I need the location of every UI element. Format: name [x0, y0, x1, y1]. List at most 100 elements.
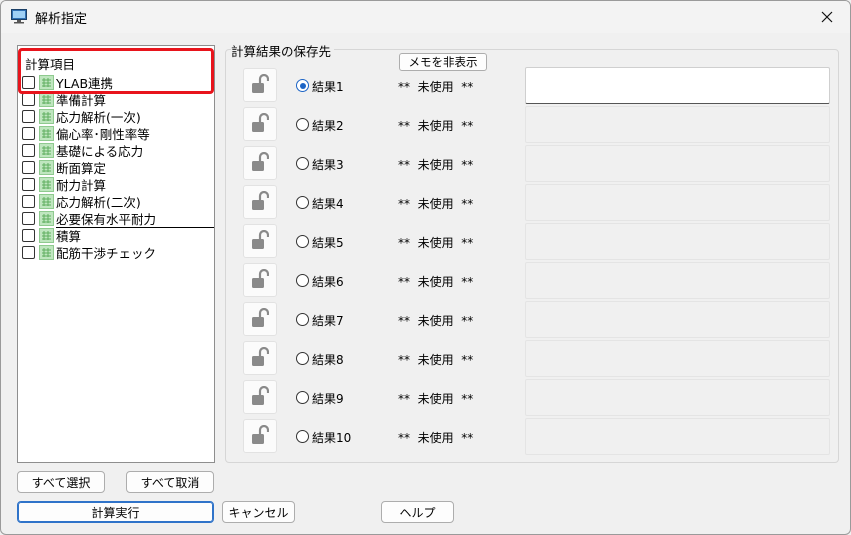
result-status: ** 未使用 ** — [398, 353, 474, 367]
result-memo-field[interactable] — [525, 418, 830, 455]
deselect-all-button[interactable]: すべて取消 — [126, 471, 214, 493]
calc-node-icon — [39, 75, 54, 90]
hide-memo-button[interactable]: メモを非表示 — [399, 53, 487, 71]
result-status: ** 未使用 ** — [398, 431, 474, 445]
item-checkbox[interactable] — [22, 178, 35, 191]
result-status: ** 未使用 ** — [398, 392, 474, 406]
unlock-icon — [251, 424, 270, 448]
select-all-button[interactable]: すべて選択 — [17, 471, 105, 493]
tree-item[interactable]: 偏心率･剛性率等 — [22, 125, 150, 142]
result-lock-button[interactable] — [243, 224, 277, 258]
result-label[interactable]: 結果1 — [312, 78, 344, 95]
tree-item[interactable]: 応力解析(二次) — [22, 193, 141, 210]
unlock-icon — [251, 73, 270, 97]
result-lock-button[interactable] — [243, 341, 277, 375]
item-checkbox[interactable] — [22, 212, 35, 225]
run-calculation-button[interactable]: 計算実行 — [17, 501, 214, 523]
calculation-items-tree[interactable]: 計算項目 YLAB連携 準備計算 応力解析(一次) 偏心率･剛性率等 基礎による応力 断面… — [17, 45, 215, 463]
result-memo-field[interactable] — [525, 340, 830, 377]
analysis-settings-dialog: 解析指定 計算項目 YLAB連携 準備計算 応力解析(一次) 偏心率･剛性率等 基礎によ… — [0, 0, 851, 535]
result-label[interactable]: 結果5 — [312, 234, 344, 251]
unlock-icon — [251, 307, 270, 331]
result-memo-field[interactable] — [525, 379, 830, 416]
result-label[interactable]: 結果9 — [312, 390, 344, 407]
item-checkbox[interactable] — [22, 195, 35, 208]
tree-item-label: 配筋干渉チェック — [56, 246, 157, 261]
result-memo-field[interactable] — [525, 106, 830, 143]
item-checkbox[interactable] — [22, 110, 35, 123]
result-label[interactable]: 結果10 — [312, 429, 351, 446]
result-lock-button[interactable] — [243, 146, 277, 180]
result-label[interactable]: 結果2 — [312, 117, 344, 134]
result-label[interactable]: 結果7 — [312, 312, 344, 329]
result-status: ** 未使用 ** — [398, 275, 474, 289]
window-title: 解析指定 — [35, 12, 88, 27]
unlock-icon — [251, 229, 270, 253]
tree-item[interactable]: 基礎による応力 — [22, 142, 143, 159]
tree-item[interactable]: 耐力計算 — [22, 176, 106, 193]
item-checkbox[interactable] — [22, 93, 35, 106]
result-label[interactable]: 結果8 — [312, 351, 344, 368]
calc-node-icon — [39, 245, 54, 260]
tree-item[interactable]: 必要保有水平耐力 — [22, 210, 156, 227]
close-icon — [821, 11, 833, 23]
item-checkbox[interactable] — [22, 246, 35, 259]
result-memo-field[interactable] — [525, 301, 830, 338]
tree-item[interactable]: YLAB連携 — [22, 74, 113, 91]
title-bar: 解析指定 — [1, 1, 850, 33]
result-label[interactable]: 結果6 — [312, 273, 344, 290]
help-button[interactable]: ヘルプ — [381, 501, 454, 523]
results-group-label: 計算結果の保存先 — [231, 41, 335, 60]
cancel-button[interactable]: キャンセル — [222, 501, 295, 523]
result-label[interactable]: 結果3 — [312, 156, 344, 173]
calc-node-icon — [39, 228, 54, 243]
unlock-icon — [251, 112, 270, 136]
result-memo-field[interactable] — [525, 145, 830, 182]
result-memo-field[interactable] — [525, 184, 830, 221]
unlock-icon — [251, 151, 270, 175]
unlock-icon — [251, 346, 270, 370]
calc-node-icon — [39, 143, 54, 158]
item-checkbox[interactable] — [22, 76, 35, 89]
result-memo-field[interactable] — [525, 262, 830, 299]
result-lock-button[interactable] — [243, 302, 277, 336]
item-checkbox[interactable] — [22, 161, 35, 174]
result-radio[interactable] — [296, 352, 309, 365]
unlock-icon — [251, 268, 270, 292]
result-radio[interactable] — [296, 274, 309, 287]
result-lock-button[interactable] — [243, 263, 277, 297]
result-lock-button[interactable] — [243, 380, 277, 414]
result-label[interactable]: 結果4 — [312, 195, 344, 212]
result-status: ** 未使用 ** — [398, 314, 474, 328]
item-checkbox[interactable] — [22, 127, 35, 140]
result-memo-field[interactable] — [525, 67, 830, 104]
result-lock-button[interactable] — [243, 419, 277, 453]
tree-item[interactable]: 準備計算 — [22, 91, 106, 108]
result-status: ** 未使用 ** — [398, 80, 474, 94]
item-checkbox[interactable] — [22, 229, 35, 242]
monitor-icon — [11, 9, 27, 24]
result-radio[interactable] — [296, 196, 309, 209]
tree-item[interactable]: 応力解析(一次) — [22, 108, 141, 125]
item-checkbox[interactable] — [22, 144, 35, 157]
calc-node-icon — [39, 109, 54, 124]
tree-item[interactable]: 配筋干渉チェック — [22, 244, 156, 261]
result-radio[interactable] — [296, 118, 309, 131]
close-button[interactable] — [804, 1, 850, 33]
tree-item[interactable]: 積算 — [22, 227, 81, 244]
result-lock-button[interactable] — [243, 185, 277, 219]
result-lock-button[interactable] — [243, 107, 277, 141]
calc-node-icon — [39, 211, 54, 226]
result-radio[interactable] — [296, 391, 309, 404]
result-radio[interactable] — [296, 430, 309, 443]
tree-separator — [56, 227, 214, 228]
result-lock-button[interactable] — [243, 68, 277, 102]
tree-item[interactable]: 断面算定 — [22, 159, 106, 176]
result-status: ** 未使用 ** — [398, 158, 474, 172]
result-radio[interactable] — [296, 157, 309, 170]
result-memo-field[interactable] — [525, 223, 830, 260]
calc-node-icon — [39, 177, 54, 192]
result-radio[interactable] — [296, 313, 309, 326]
result-radio[interactable] — [296, 79, 309, 92]
result-radio[interactable] — [296, 235, 309, 248]
